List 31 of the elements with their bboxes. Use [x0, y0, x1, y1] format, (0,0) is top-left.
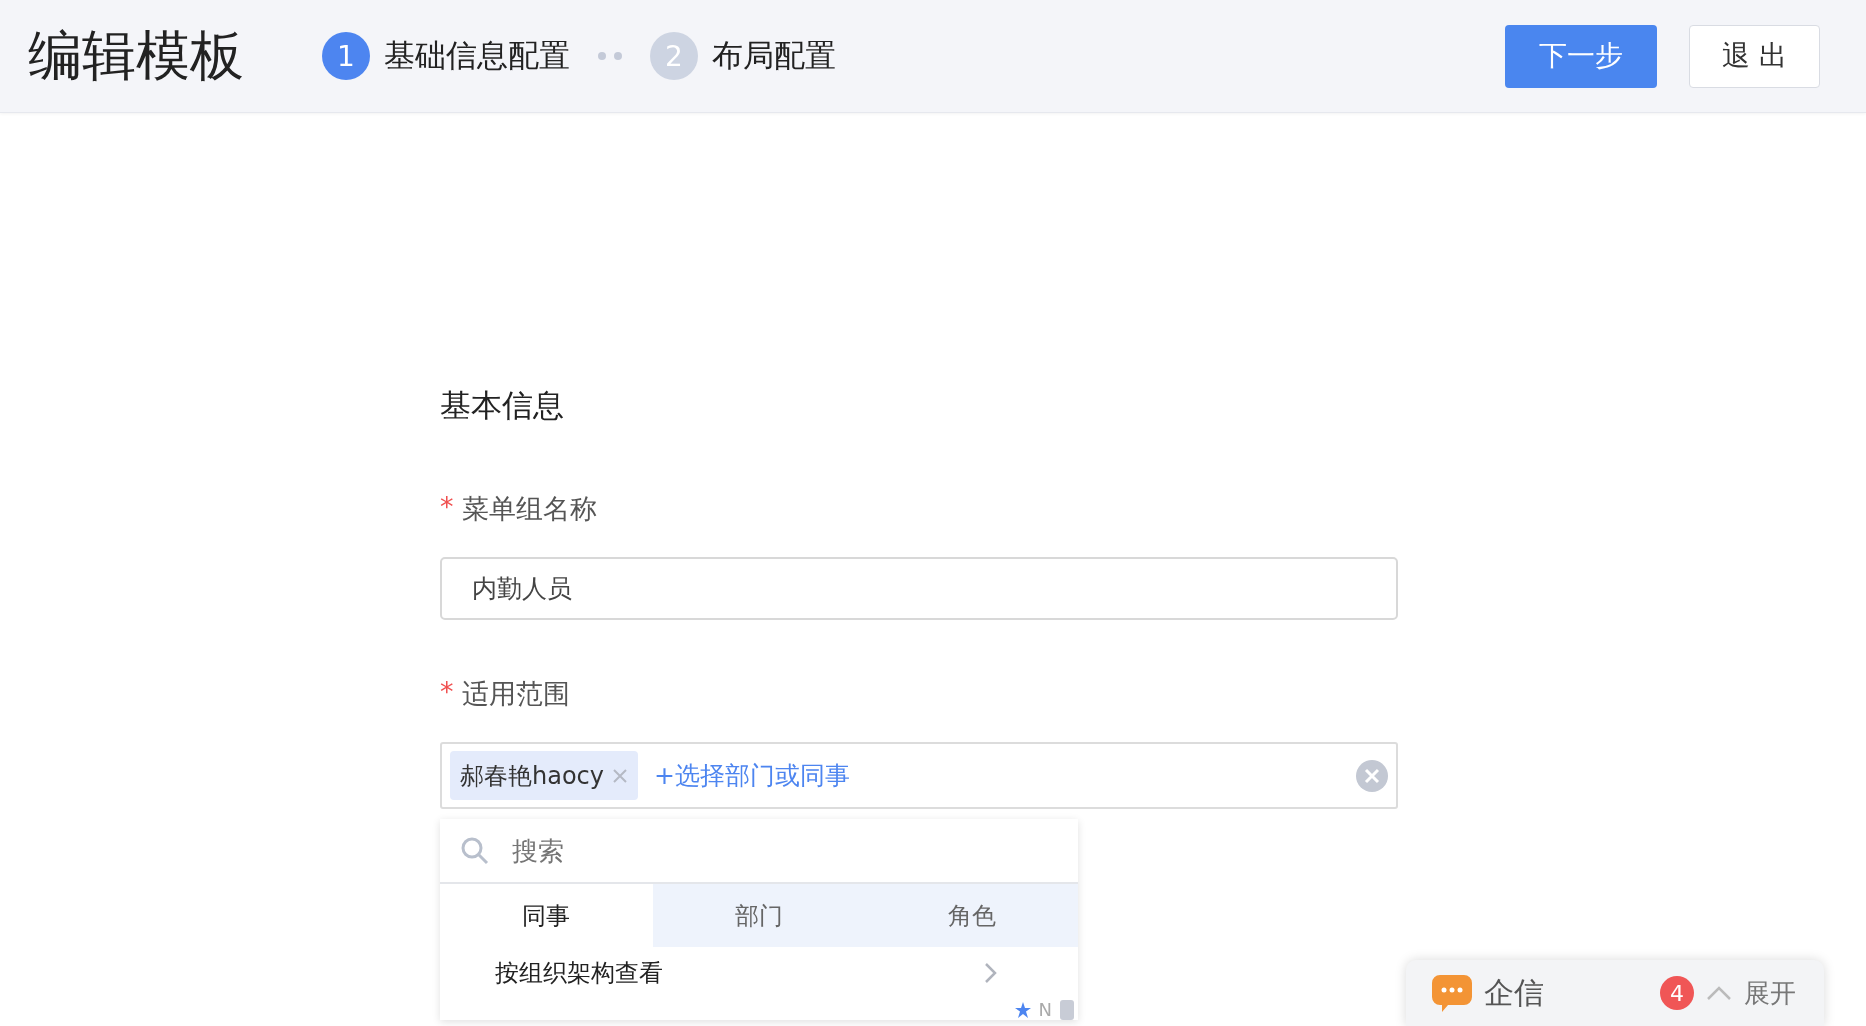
- close-icon[interactable]: [612, 767, 628, 784]
- exit-button[interactable]: 退 出: [1689, 24, 1820, 88]
- step-label: 基础信息配置: [384, 36, 570, 75]
- clear-icon[interactable]: [1356, 759, 1388, 792]
- required-mark: *: [440, 491, 454, 524]
- chat-bubble-icon: [1432, 973, 1472, 1013]
- section-title: 基本信息: [440, 386, 565, 425]
- search-icon: [460, 835, 490, 866]
- step-connector: [598, 52, 622, 60]
- unread-badge: 4: [1660, 976, 1694, 1010]
- star-icon: [1014, 1001, 1031, 1018]
- step-label: 布局配置: [712, 36, 836, 75]
- scrollbar-thumb[interactable]: [1060, 999, 1074, 1020]
- picker-tab[interactable]: 部门: [652, 884, 866, 947]
- next-button[interactable]: 下一步: [1505, 24, 1657, 88]
- chat-bar[interactable]: 企信 4 展开: [1406, 960, 1824, 1026]
- expand-label[interactable]: 展开: [1744, 975, 1796, 1011]
- add-link[interactable]: +选择部门或同事: [654, 759, 1340, 792]
- chat-title: 企信: [1484, 973, 1545, 1012]
- chevron-up-icon: [1706, 985, 1732, 1001]
- scope-field[interactable]: 郝春艳haocy +选择部门或同事: [440, 742, 1398, 809]
- picker-tab[interactable]: 角色: [865, 884, 1078, 947]
- required-mark: *: [440, 676, 454, 709]
- chevron-right-icon: [984, 962, 998, 984]
- field-label: 菜单组名称: [461, 492, 597, 526]
- step-number: 1: [322, 32, 370, 80]
- field-label: 适用范围: [461, 677, 570, 711]
- tag-label: 郝春艳haocy: [460, 760, 604, 792]
- picker-item[interactable]: 按组织架构查看: [440, 947, 1078, 999]
- input-field[interactable]: 内勤人员: [440, 557, 1398, 620]
- page-title: 编辑模板: [28, 22, 244, 89]
